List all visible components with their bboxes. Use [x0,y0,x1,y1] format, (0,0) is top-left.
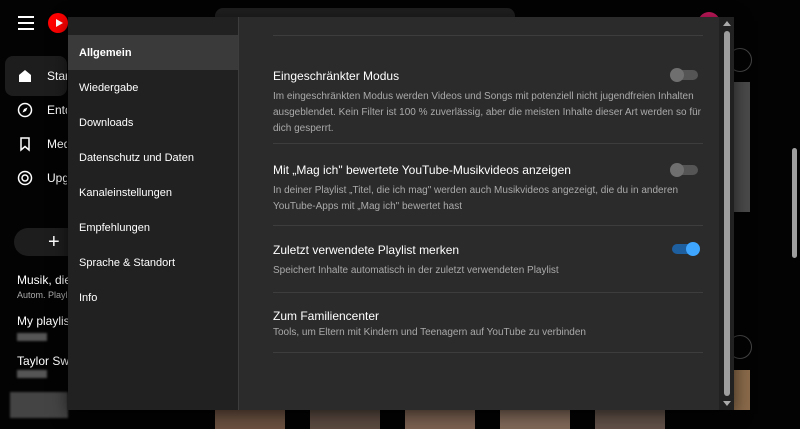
home-icon [17,67,33,85]
settings-nav-info[interactable]: Info [68,280,238,315]
content-thumbnail[interactable] [734,82,750,212]
setting-restricted-mode: Eingeschränkter Modus Im eingeschränkten… [273,69,703,137]
settings-content: Eingeschränkter Modus Im eingeschränkten… [239,17,719,410]
settings-nav: Allgemein Wiedergabe Downloads Datenschu… [68,17,238,410]
divider [273,35,703,36]
youtube-music-logo[interactable] [48,13,68,33]
setting-remember-playlist: Zuletzt verwendete Playlist merken Speic… [273,243,703,279]
setting-description: Tools, um Eltern mit Kindern und Teenage… [273,327,586,338]
playlist-subtitle-blurred [17,370,47,378]
settings-dialog: Allgemein Wiedergabe Downloads Datenschu… [68,17,734,410]
bookmark-icon [17,135,33,153]
settings-nav-downloads[interactable]: Downloads [68,105,238,140]
scroll-down-arrow-icon[interactable] [723,401,731,406]
settings-nav-language[interactable]: Sprache & Standort [68,245,238,280]
compass-icon [17,101,33,119]
dialog-scrollbar[interactable] [720,17,734,410]
sidebar-item-label: Upgrade [47,171,67,185]
setting-description: Im eingeschränkten Modus werden Videos u… [273,91,702,134]
divider [273,143,703,144]
content-thumbnail[interactable] [405,410,475,429]
scroll-up-arrow-icon[interactable] [723,21,731,26]
divider [273,352,703,353]
playlist-title[interactable]: My playlist [17,314,73,328]
sidebar-item-label: Start [47,69,67,83]
playlist-thumbnail[interactable] [10,392,68,418]
liked-videos-toggle[interactable] [670,163,698,177]
plus-icon: + [48,231,60,253]
sidebar-item-label: Mediathek [47,137,67,151]
settings-nav-channel[interactable]: Kanaleinstellungen [68,175,238,210]
divider [273,292,703,293]
scrollbar-thumb[interactable] [724,31,730,396]
setting-family-center[interactable]: Zum Familiencenter Tools, um Eltern mit … [273,309,703,341]
settings-nav-privacy[interactable]: Datenschutz und Daten [68,140,238,175]
setting-description: Speichert Inhalte automatisch in der zul… [273,265,559,276]
setting-title: Zuletzt verwendete Playlist merken [273,243,460,257]
setting-description: In deiner Playlist „Titel, die ich mag" … [273,185,679,212]
setting-title: Mit „Mag ich" bewertete YouTube-Musikvid… [273,163,571,177]
menu-icon[interactable] [18,16,34,30]
setting-liked-videos: Mit „Mag ich" bewertete YouTube-Musikvid… [273,163,703,215]
playlist-subtitle-blurred [17,333,47,341]
settings-nav-general[interactable]: Allgemein [68,35,238,70]
content-thumbnail[interactable] [734,370,750,410]
upgrade-icon [17,169,33,187]
sidebar-item-label: Entdecken [47,103,67,117]
restricted-mode-toggle[interactable] [670,68,698,82]
divider [273,225,703,226]
settings-nav-playback[interactable]: Wiedergabe [68,70,238,105]
page-scrollbar[interactable] [792,20,798,400]
setting-title[interactable]: Zum Familiencenter [273,309,703,323]
setting-title: Eingeschränkter Modus [273,69,400,83]
content-thumbnail[interactable] [215,410,285,429]
settings-nav-recommendations[interactable]: Empfehlungen [68,210,238,245]
remember-playlist-toggle[interactable] [672,242,700,256]
content-thumbnail[interactable] [310,410,380,429]
content-thumbnail[interactable] [595,410,665,429]
sidebar-item-upgrade[interactable]: Upgrade [5,158,67,198]
content-thumbnail[interactable] [500,410,570,429]
